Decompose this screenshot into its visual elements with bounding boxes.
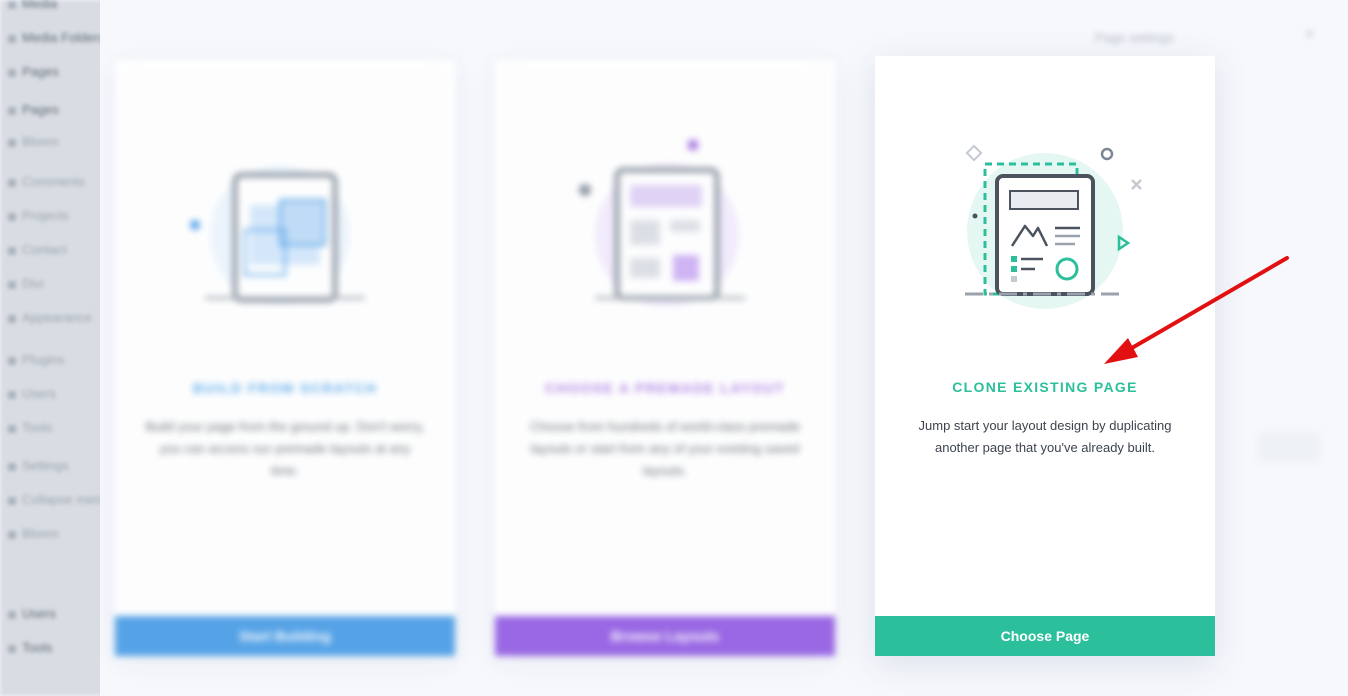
close-icon[interactable]: ×: [1305, 26, 1314, 44]
sidebar-item[interactable]: Comments: [0, 174, 85, 192]
sidebar-item[interactable]: Appearance: [0, 310, 92, 328]
sidebar-item[interactable]: Tools: [0, 420, 52, 438]
premade-layout-card[interactable]: CHOOSE A PREMADE LAYOUT Choose from hund…: [495, 60, 835, 656]
sidebar-item[interactable]: Media: [0, 0, 57, 14]
sidebar-item[interactable]: Media Folders: [0, 30, 104, 48]
card-title: BUILD FROM SCRATCH: [192, 380, 378, 396]
sidebar-item[interactable]: Bloom: [0, 526, 59, 544]
start-building-button[interactable]: Start Building: [115, 616, 455, 656]
clone-existing-page-card[interactable]: CLONE EXISTING PAGE Jump start your layo…: [875, 56, 1215, 656]
sidebar-item[interactable]: Plugins: [0, 352, 65, 370]
sidebar-item[interactable]: Tools: [0, 640, 52, 658]
build-illustration-icon: [190, 165, 365, 305]
card-title: CHOOSE A PREMADE LAYOUT: [545, 380, 785, 396]
screen: Media Media Folders Pages Pages Bloom Co…: [0, 0, 1348, 696]
card-title: CLONE EXISTING PAGE: [952, 379, 1138, 395]
sidebar-item[interactable]: Pages: [0, 102, 59, 120]
modal-header-label[interactable]: Page settings: [1095, 30, 1174, 45]
build-from-scratch-card[interactable]: BUILD FROM SCRATCH Build your page from …: [115, 60, 455, 656]
sidebar-item[interactable]: Contact: [0, 242, 67, 260]
sidebar-item[interactable]: Settings: [0, 458, 69, 476]
sidebar-item[interactable]: Divi: [0, 276, 44, 294]
clone-page-illustration-icon: [965, 144, 1142, 309]
blurred-control: [1258, 432, 1320, 462]
browse-layouts-button[interactable]: Browse Layouts: [495, 616, 835, 656]
card-description: Build your page from the ground up. Don'…: [145, 419, 425, 478]
new-page-modal: Page settings × BUILD FROM SCRATCH Build…: [100, 0, 1348, 696]
sidebar-item[interactable]: Collapse menu: [0, 492, 109, 510]
sidebar-item[interactable]: Bloom: [0, 134, 59, 152]
sidebar-item[interactable]: Projects: [0, 208, 69, 226]
card-description: Jump start your layout design by duplica…: [918, 418, 1172, 455]
choose-page-button[interactable]: Choose Page: [875, 616, 1215, 656]
sidebar-item[interactable]: Pages: [0, 64, 59, 82]
sidebar-item[interactable]: Users: [0, 386, 56, 404]
sidebar-item[interactable]: Users: [0, 606, 56, 624]
layout-illustration-icon: [579, 140, 745, 307]
card-description: Choose from hundreds of world-class prem…: [529, 419, 801, 478]
